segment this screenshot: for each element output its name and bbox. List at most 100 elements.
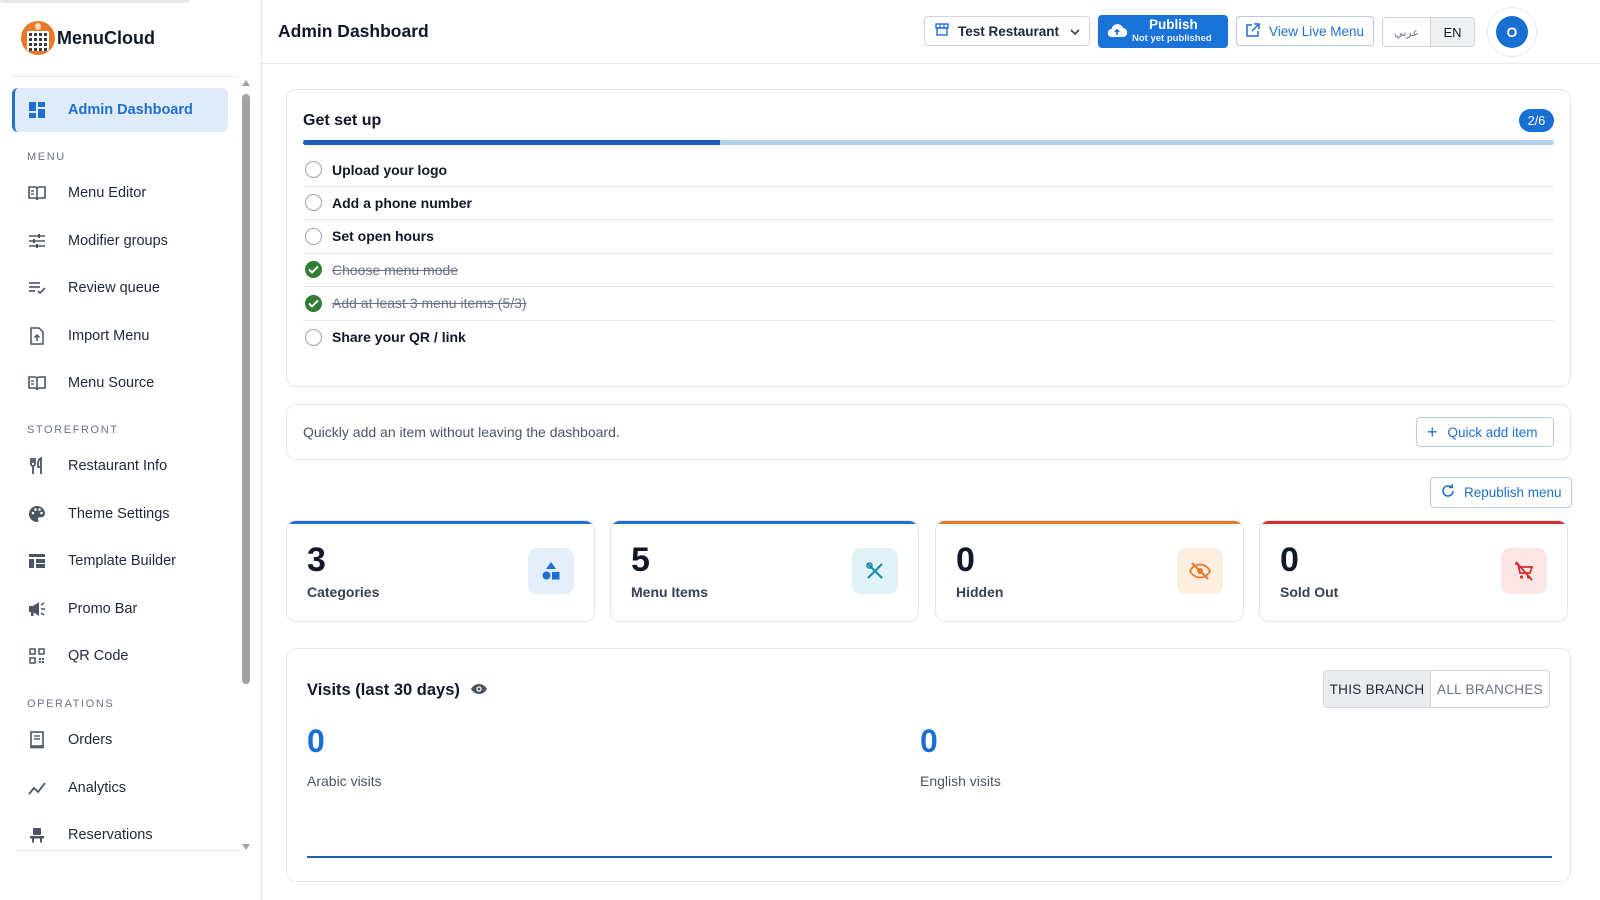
quick-add-item-button[interactable]: + Quick add item (1416, 417, 1554, 447)
sidebar-item-label: Import Menu (68, 328, 150, 344)
top-header: Admin Dashboard Test Restaurant Publish … (262, 0, 1600, 64)
sidebar-item-promo-bar[interactable]: Promo Bar (12, 587, 228, 631)
book-icon (28, 374, 46, 392)
file-import-icon (28, 327, 46, 345)
stat-card-menu-items[interactable]: 5 Menu Items (610, 520, 919, 622)
setup-task-label: Share your QR / link (332, 329, 466, 345)
top-edge (0, 0, 190, 3)
sidebar-item-label: Admin Dashboard (68, 102, 193, 118)
sidebar-item-restaurant-info[interactable]: Restaurant Info (12, 444, 228, 488)
sidebar-item-menu-editor[interactable]: Menu Editor (12, 171, 228, 215)
store-icon (935, 23, 949, 39)
scroll-thumb[interactable] (242, 94, 250, 684)
scroll-down-icon[interactable] (242, 844, 250, 850)
quick-add-card: Quickly add an item without leaving the … (286, 404, 1571, 460)
empty-circle-icon (305, 227, 322, 245)
quick-add-item-label: Quick add item (1447, 424, 1538, 440)
stat-label: Menu Items (631, 584, 709, 600)
stat-label: Sold Out (1280, 584, 1339, 600)
empty-circle-icon (305, 328, 322, 346)
this-branch-button[interactable]: THIS BRANCH (1324, 671, 1431, 707)
stat-accent-bar (611, 521, 918, 524)
qr-icon (28, 647, 46, 665)
setup-task-label: Choose menu mode (332, 261, 459, 278)
setup-task[interactable]: Set open hours (303, 220, 1554, 254)
brand[interactable]: MenuCloud (21, 19, 155, 57)
sidebar-item-review-queue[interactable]: Review queue (12, 266, 228, 310)
setup-task[interactable]: Choose menu mode (303, 253, 1554, 288)
setup-title: Get set up (303, 112, 382, 129)
avatar-initial: O (1496, 16, 1528, 48)
utensils-icon (28, 457, 46, 475)
setup-task[interactable]: Upload your logo (303, 153, 1554, 187)
stat-value: 3 (307, 541, 326, 579)
dashboard-icon (28, 101, 46, 119)
stat-value: 0 (956, 541, 975, 579)
sidebar-item-template-builder[interactable]: Template Builder (12, 539, 228, 583)
all-branches-button[interactable]: ALL BRANCHES (1431, 671, 1549, 707)
sidebar-item-modifier-groups[interactable]: Modifier groups (12, 219, 228, 263)
view-live-menu-button[interactable]: View Live Menu (1236, 16, 1374, 46)
sidebar-scrollbar[interactable] (242, 80, 250, 850)
republish-menu-button[interactable]: Republish menu (1430, 477, 1572, 508)
stat-label: Hidden (956, 584, 1004, 600)
sidebar-item-qr-code[interactable]: QR Code (12, 634, 228, 678)
checklist-icon (28, 279, 46, 297)
stat-value: 5 (631, 541, 650, 579)
avatar[interactable]: O (1487, 7, 1537, 57)
utensils-cross-icon (852, 548, 898, 594)
sidebar-item-analytics[interactable]: Analytics (12, 766, 228, 810)
receipt-icon (28, 731, 46, 749)
eye-icon[interactable] (470, 681, 488, 700)
setup-progress-bar (303, 140, 1554, 145)
stat-card-categories[interactable]: 3 Categories (286, 520, 595, 622)
sidebar-item-orders[interactable]: Orders (12, 718, 228, 762)
setup-task[interactable]: Add at least 3 menu items (5/3) (303, 287, 1554, 321)
brand-logo-icon (21, 21, 55, 55)
english-visits-label: English visits (920, 773, 1001, 789)
setup-progress-fill (303, 140, 720, 145)
view-live-menu-label: View Live Menu (1269, 23, 1365, 39)
sidebar-item-menu-source[interactable]: Menu Source (12, 361, 228, 405)
sidebar-item-label: Orders (68, 732, 113, 748)
setup-task[interactable]: Add a phone number (303, 186, 1554, 221)
divider (16, 850, 242, 851)
scroll-up-icon[interactable] (242, 80, 250, 86)
template-icon (28, 552, 46, 570)
sidebar-item-admin-dashboard[interactable]: Admin Dashboard (12, 88, 228, 132)
stat-card-hidden[interactable]: 0 Hidden (935, 520, 1244, 622)
setup-task-label: Add a phone number (332, 194, 472, 211)
setup-progress-badge: 2/6 (1519, 109, 1554, 132)
setup-task-label: Set open hours (332, 228, 434, 245)
refresh-icon (1441, 484, 1455, 501)
setup-card: Get set up 2/6 Upload your logo Add a pho… (286, 89, 1571, 387)
sidebar-item-label: Review queue (68, 280, 160, 296)
stat-accent-bar (287, 521, 594, 524)
sidebar-item-label: Menu Editor (68, 185, 147, 201)
english-visits-value: 0 (920, 723, 938, 759)
setup-task-label: Add at least 3 menu items (5/3) (332, 295, 527, 312)
stat-card-sold-out[interactable]: 0 Sold Out (1259, 520, 1568, 622)
chair-icon (28, 826, 46, 844)
stat-accent-bar (1260, 521, 1567, 524)
republish-menu-label: Republish menu (1464, 485, 1562, 500)
lang-english-button[interactable]: EN (1430, 18, 1474, 46)
sidebar-item-import-menu[interactable]: Import Menu (12, 314, 228, 358)
arabic-visits-value: 0 (307, 723, 325, 759)
section-label-operations: OPERATIONS (27, 698, 115, 710)
check-circle-icon (305, 261, 322, 279)
palette-icon (28, 505, 46, 523)
publish-button[interactable]: Publish Not yet published (1098, 15, 1228, 48)
restaurant-selector[interactable]: Test Restaurant (924, 16, 1090, 46)
branch-toggle: THIS BRANCH ALL BRANCHES (1323, 670, 1550, 708)
sidebar-item-theme-settings[interactable]: Theme Settings (12, 492, 228, 536)
lang-arabic-button[interactable]: عربي (1383, 18, 1430, 46)
publish-status: Not yet published (1132, 33, 1212, 44)
eye-off-icon (1177, 548, 1223, 594)
quick-add-text: Quickly add an item without leaving the … (303, 424, 620, 440)
page-title: Admin Dashboard (278, 21, 429, 41)
empty-circle-icon (305, 194, 322, 212)
plus-icon: + (1427, 422, 1438, 442)
setup-task[interactable]: Share your QR / link (303, 320, 1554, 354)
section-label-storefront: STOREFRONT (27, 424, 119, 436)
